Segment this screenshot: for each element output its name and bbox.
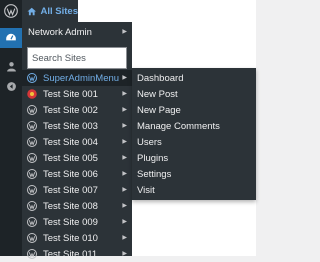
- chevron-right-icon: ▶: [122, 171, 127, 177]
- site-item[interactable]: Test Site 010 ▶: [22, 230, 132, 246]
- site-item[interactable]: Test Site 011 ▶: [22, 246, 132, 262]
- wordpress-icon: [27, 233, 37, 243]
- site-item[interactable]: SuperAdminMenu ▶: [22, 70, 132, 86]
- submenu-item[interactable]: Settings: [137, 166, 171, 182]
- submenu-item[interactable]: Manage Comments: [137, 118, 220, 134]
- site-item-label: Test Site 006: [43, 168, 98, 180]
- wordpress-icon: [27, 249, 37, 259]
- admin-menu: [0, 22, 22, 256]
- network-admin-label: Network Admin: [28, 26, 92, 38]
- wordpress-icon: [27, 105, 37, 115]
- chevron-right-icon: ▶: [122, 219, 127, 225]
- wordpress-icon: [27, 201, 37, 211]
- site-item[interactable]: Test Site 007 ▶: [22, 182, 132, 198]
- chevron-right-icon: ▶: [122, 155, 127, 161]
- menu-item-dashboard[interactable]: [0, 28, 22, 48]
- chevron-right-icon: ▶: [122, 75, 127, 81]
- wordpress-icon: [27, 121, 37, 131]
- wordpress-icon: [27, 137, 37, 147]
- admin-bar: All Sites: [0, 0, 256, 22]
- my-sites-label: All Sites: [40, 5, 79, 17]
- wordpress-icon: [27, 169, 37, 179]
- submenu-item[interactable]: Users: [137, 134, 162, 150]
- submenu-item[interactable]: Visit: [137, 182, 155, 198]
- chevron-right-icon: ▶: [122, 203, 127, 209]
- chevron-right-icon: ▶: [122, 235, 127, 241]
- site-item-label: Test Site 008: [43, 200, 98, 212]
- wordpress-icon: [27, 185, 37, 195]
- site-item[interactable]: Test Site 005 ▶: [22, 150, 132, 166]
- collapse-icon: [6, 81, 16, 91]
- site-item-label: Test Site 003: [43, 120, 98, 132]
- site-item[interactable]: Test Site 001 ▶: [22, 86, 132, 102]
- site-item[interactable]: Test Site 002 ▶: [22, 102, 132, 118]
- wordpress-icon: [4, 4, 18, 18]
- site-item[interactable]: Test Site 003 ▶: [22, 118, 132, 134]
- chevron-right-icon: ▶: [122, 29, 127, 35]
- site-item-label: SuperAdminMenu: [43, 72, 120, 84]
- my-sites-button[interactable]: All Sites: [22, 0, 78, 22]
- chevron-right-icon: ▶: [122, 187, 127, 193]
- site-item[interactable]: Test Site 004 ▶: [22, 134, 132, 150]
- site-item-label: Test Site 011: [43, 248, 98, 260]
- site-submenu: Dashboard New Post New Page Manage Comments…: [132, 68, 256, 200]
- site-item-label: Test Site 005: [43, 152, 98, 164]
- wordpress-icon: [27, 153, 37, 163]
- submenu-item[interactable]: Plugins: [137, 150, 168, 166]
- site-item[interactable]: Test Site 006 ▶: [22, 166, 132, 182]
- chevron-right-icon: ▶: [122, 123, 127, 129]
- chevron-right-icon: ▶: [122, 91, 127, 97]
- site-item-label: Test Site 010: [43, 232, 98, 244]
- wordpress-logo-button[interactable]: [0, 0, 22, 22]
- submenu-item[interactable]: New Post: [137, 86, 178, 102]
- users-icon: [6, 61, 16, 71]
- site-item-label: Test Site 001: [43, 88, 98, 100]
- site-item-label: Test Site 004: [43, 136, 98, 148]
- site-item-label: Test Site 002: [43, 104, 98, 116]
- site-item[interactable]: Test Site 009 ▶: [22, 214, 132, 230]
- wordpress-icon: [27, 217, 37, 227]
- network-admin-item[interactable]: Network Admin ▶: [22, 24, 132, 40]
- site-item-label: Test Site 009: [43, 216, 98, 228]
- search-sites-input[interactable]: Search Sites: [27, 47, 127, 69]
- site-logo-icon: [27, 89, 37, 99]
- menu-item-users[interactable]: [0, 56, 22, 76]
- wordpress-icon: [27, 73, 37, 83]
- chevron-right-icon: ▶: [122, 107, 127, 113]
- site-item-label: Test Site 007: [43, 184, 98, 196]
- dashboard-icon: [6, 33, 16, 41]
- search-sites-placeholder: Search Sites: [32, 52, 86, 64]
- chevron-right-icon: ▶: [122, 139, 127, 145]
- submenu-item[interactable]: New Page: [137, 102, 181, 118]
- submenu-item[interactable]: Dashboard: [137, 70, 183, 86]
- site-item[interactable]: Test Site 008 ▶: [22, 198, 132, 214]
- home-icon: [27, 7, 37, 15]
- menu-item-collapse[interactable]: [0, 76, 22, 96]
